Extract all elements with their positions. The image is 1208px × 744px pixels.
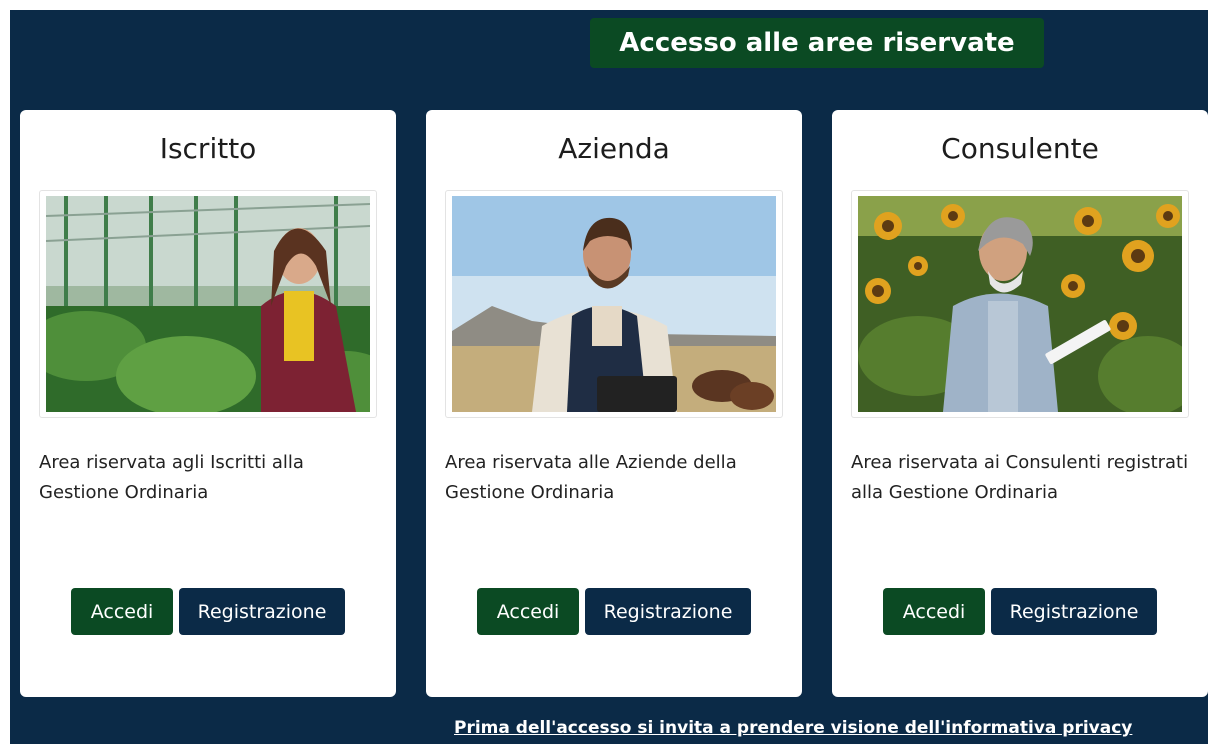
page-title: Accesso alle aree riservate [590, 18, 1044, 68]
card-photo-frame [851, 190, 1189, 418]
card-title: Iscritto [159, 132, 257, 165]
accedi-button[interactable]: Accedi [883, 588, 985, 635]
card-title: Azienda [558, 132, 670, 165]
woman-in-greenhouse-photo [46, 196, 370, 412]
card-actions: Accedi Registrazione [832, 588, 1208, 635]
privacy-link[interactable]: Prima dell'accesso si invita a prendere … [454, 718, 1132, 738]
registrazione-button[interactable]: Registrazione [179, 588, 345, 635]
registrazione-button[interactable]: Registrazione [585, 588, 751, 635]
card-title: Consulente [941, 132, 1099, 165]
farmer-with-tablet-photo [452, 196, 776, 412]
card-consulente: Consulente Area riservata ai Consulenti … [832, 110, 1208, 697]
card-iscritto: Iscritto Area riservata agli Iscritti al… [20, 110, 396, 697]
card-description: Area riservata alle Aziende della Gestio… [445, 452, 737, 503]
card-actions: Accedi Registrazione [20, 588, 396, 635]
man-in-sunflower-field-photo [858, 196, 1182, 412]
accedi-button[interactable]: Accedi [71, 588, 173, 635]
card-actions: Accedi Registrazione [426, 588, 802, 635]
card-azienda: Azienda Area riservata alle Aziende dell… [426, 110, 802, 697]
card-photo-frame [445, 190, 783, 418]
accedi-button[interactable]: Accedi [477, 588, 579, 635]
card-description: Area riservata agli Iscritti alla Gestio… [39, 452, 304, 503]
card-photo-frame [39, 190, 377, 418]
card-description: Area riservata ai Consulenti registrati … [851, 452, 1189, 503]
registrazione-button[interactable]: Registrazione [991, 588, 1157, 635]
